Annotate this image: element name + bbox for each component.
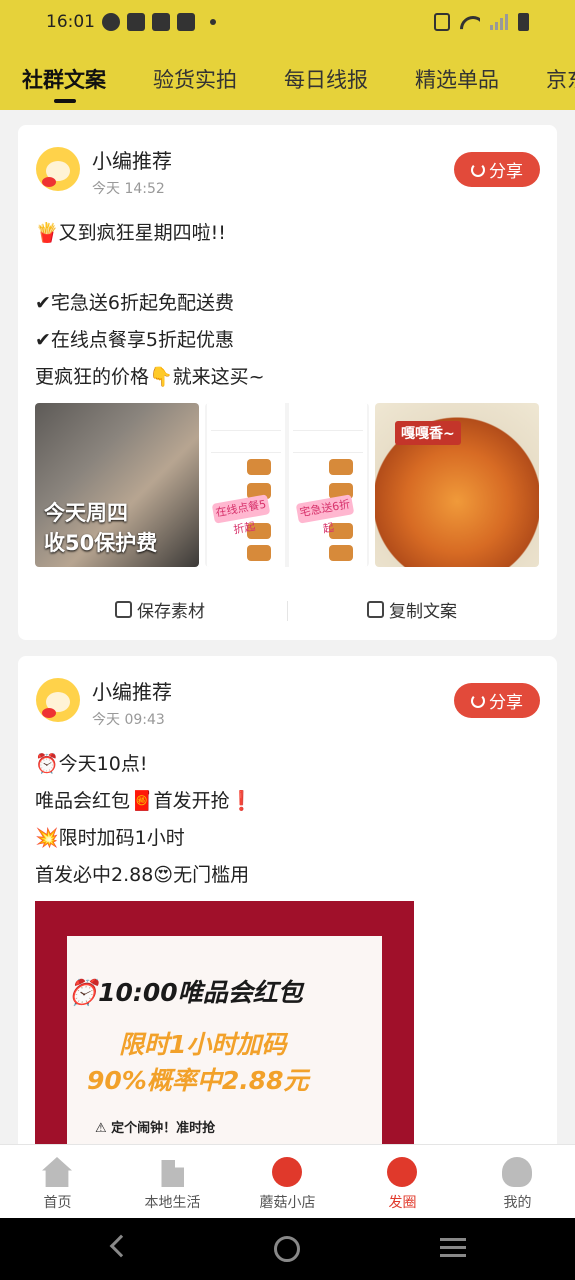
share-label: 分享 xyxy=(489,162,523,182)
post-actions: 保存素材 复制文案 xyxy=(18,587,557,631)
nav-profile[interactable]: 我的 xyxy=(460,1145,575,1219)
post-author: 小编推荐 xyxy=(92,149,172,173)
mail-icon xyxy=(127,13,145,31)
back-icon[interactable] xyxy=(109,1234,133,1258)
post-time: 今天 14:52 xyxy=(92,181,165,197)
tab-daily-deals[interactable]: 每日线报 xyxy=(284,64,368,94)
notification-icons xyxy=(102,13,216,31)
tab-selected-items[interactable]: 精选单品 xyxy=(415,64,499,94)
post-image-menu-screenshot[interactable]: 在线点餐5折起 宅急送6折起 xyxy=(205,403,369,567)
post-text-line: 首发必中2.88😍无门槛用 xyxy=(35,864,250,886)
tab-community-copy[interactable]: 社群文案 xyxy=(22,64,106,94)
shop-logo-icon xyxy=(272,1157,302,1187)
top-header: 16:01 社群文案 验货实拍 每日线报 精选单品 京东 xyxy=(0,0,575,110)
status-time: 16:01 xyxy=(46,12,95,32)
tab-jd[interactable]: 京东 xyxy=(546,64,575,94)
nav-moments[interactable]: 发圈 xyxy=(345,1145,460,1219)
post-card: 小编推荐 今天 14:52 分享 🍟又到疯狂星期四啦!! ✔宅急送6折起免配送费… xyxy=(18,125,557,640)
copy-text-button[interactable]: 复制文案 xyxy=(367,597,457,622)
nav-home[interactable]: 首页 xyxy=(0,1145,115,1219)
home-button-icon[interactable] xyxy=(274,1236,300,1262)
post-text-line: ✔在线点餐享5折起优惠 xyxy=(35,329,235,351)
save-label: 保存素材 xyxy=(137,602,205,622)
active-tab-indicator xyxy=(54,99,76,103)
post-text-line: ⏰今天10点! xyxy=(35,753,148,775)
share-icon xyxy=(471,693,485,708)
system-icons xyxy=(434,13,529,31)
post-author: 小编推荐 xyxy=(92,680,172,704)
post-images: 今天周四 收50保护费 在线点餐5折起 宅急送6折起 嘎嘎香~ xyxy=(35,403,540,567)
post-image-poster[interactable]: ⏰10:00唯品会红包 限时1小时加码 90%概率中2.88元 ⚠ 定个闹钟！准… xyxy=(35,901,414,1156)
status-bar: 16:01 xyxy=(0,0,575,46)
post-card: 小编推荐 今天 09:43 分享 ⏰今天10点! 唯品会红包🧧首发开抢❗ 💥限时… xyxy=(18,656,557,1156)
post-time: 今天 09:43 xyxy=(92,712,165,728)
user-icon xyxy=(502,1157,532,1187)
nav-mushroom-shop[interactable]: 蘑菇小店 xyxy=(230,1145,345,1219)
palette-icon xyxy=(387,1157,417,1187)
copy-icon xyxy=(367,601,384,618)
post-image-cats[interactable]: 今天周四 收50保护费 xyxy=(35,403,199,567)
nav-label: 首页 xyxy=(43,1195,72,1211)
image-caption: 今天周四 xyxy=(44,501,128,525)
nav-local-life[interactable]: 本地生活 xyxy=(115,1145,230,1219)
system-nav-bar xyxy=(0,1218,575,1280)
category-tabs: 社群文案 验货实拍 每日线报 精选单品 京东 xyxy=(0,58,575,104)
menu-screenshot-left xyxy=(207,403,285,567)
share-icon xyxy=(471,162,485,177)
poster-note: ⚠ 定个闹钟！准时抢 xyxy=(95,1121,216,1136)
share-button[interactable]: 分享 xyxy=(454,683,540,718)
poster-subtitle: 限时1小时加码 xyxy=(119,1030,287,1059)
notification-app-icon xyxy=(102,13,120,31)
menu-icon[interactable] xyxy=(440,1238,466,1258)
more-notifications-icon xyxy=(210,19,216,25)
share-label: 分享 xyxy=(489,693,523,713)
signal-icon xyxy=(490,14,508,30)
post-text-line: 唯品会红包🧧首发开抢❗ xyxy=(35,790,254,812)
nav-label: 本地生活 xyxy=(144,1195,201,1211)
mail-icon xyxy=(177,13,195,31)
tab-product-photos[interactable]: 验货实拍 xyxy=(153,64,237,94)
mail-icon xyxy=(152,13,170,31)
copy-label: 复制文案 xyxy=(389,602,457,622)
poster-subtitle: 90%概率中2.88元 xyxy=(87,1066,309,1095)
avatar[interactable] xyxy=(36,678,80,722)
bottom-nav: 首页 本地生活 蘑菇小店 发圈 我的 xyxy=(0,1144,575,1218)
battery-icon xyxy=(518,13,529,31)
image-save-icon xyxy=(115,601,132,618)
nav-label: 发圈 xyxy=(388,1195,417,1211)
image-caption: 收50保护费 xyxy=(44,531,158,555)
nav-label: 蘑菇小店 xyxy=(259,1195,316,1211)
image-tag: 嘎嘎香~ xyxy=(395,421,461,445)
post-text-line: 🍟又到疯狂星期四啦!! xyxy=(35,222,226,244)
post-text-line: ✔宅急送6折起免配送费 xyxy=(35,292,235,314)
menu-screenshot-right xyxy=(289,403,367,567)
wifi-icon xyxy=(460,14,480,30)
post-text-line: 💥限时加码1小时 xyxy=(35,827,185,849)
avatar[interactable] xyxy=(36,147,80,191)
home-icon xyxy=(42,1157,72,1187)
building-icon xyxy=(161,1160,184,1187)
share-button[interactable]: 分享 xyxy=(454,152,540,187)
post-text-line: 更疯狂的价格👇就来这买~ xyxy=(35,366,265,388)
poster-title: ⏰10:00唯品会红包 xyxy=(67,978,303,1007)
save-material-button[interactable]: 保存素材 xyxy=(115,597,205,622)
post-image-fried-chicken[interactable]: 嘎嘎香~ xyxy=(375,403,539,567)
vibrate-icon xyxy=(434,13,450,31)
nav-label: 我的 xyxy=(503,1195,532,1211)
divider xyxy=(287,601,288,621)
